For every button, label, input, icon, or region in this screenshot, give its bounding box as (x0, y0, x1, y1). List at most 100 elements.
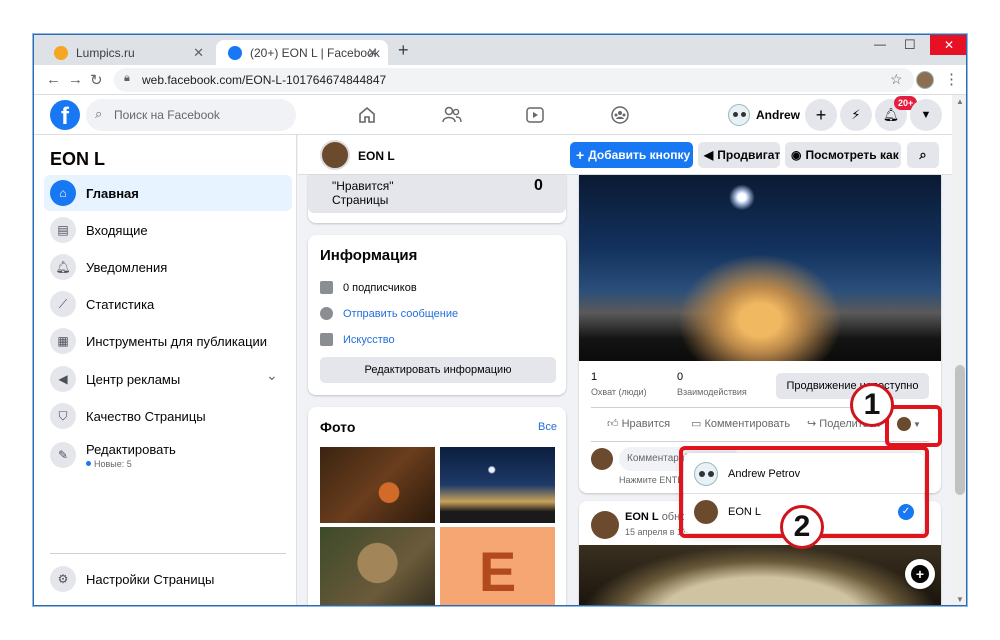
bell-icon: 🔔︎ (882, 107, 900, 122)
likes-label-box: "Нравится" Страницы 0 (308, 175, 566, 213)
create-button[interactable]: + (805, 99, 837, 131)
message-row[interactable]: Отправить сообщение (320, 307, 458, 320)
like-button[interactable]: 👍︎ Нравится (607, 417, 670, 430)
close-tab-icon[interactable]: ✕ (193, 45, 204, 61)
photo-thumb-letter-e[interactable]: E (440, 527, 555, 605)
new-message-button[interactable]: + (905, 559, 935, 589)
scroll-up-icon[interactable]: ▲ (956, 97, 964, 106)
close-tab-icon[interactable]: ✕ (367, 45, 378, 61)
tab-facebook[interactable]: (20+) EON L | Facebook ✕ (216, 40, 388, 65)
lumpics-favicon-icon (54, 45, 68, 60)
chart-icon: ⟋ (50, 291, 76, 317)
sidebar-item-statistics[interactable]: ⟋ Статистика (44, 286, 292, 322)
tab-title: (20+) EON L | Facebook (250, 45, 380, 60)
reach-label: Охват (люди) (591, 387, 647, 397)
thumbs-up-icon: 👍︎ (607, 418, 622, 430)
messenger-icon (320, 307, 333, 320)
category-link[interactable]: Искусство (343, 334, 395, 346)
tab-lumpics[interactable]: Lumpics.ru ✕ (42, 40, 214, 65)
bookmark-star-icon[interactable]: ☆ (890, 71, 903, 88)
messenger-button[interactable]: ⚡︎ (840, 99, 872, 131)
user-profile-chip[interactable]: Andrew (728, 101, 800, 129)
scroll-down-icon[interactable]: ▼ (956, 595, 964, 604)
add-button-button[interactable]: + Добавить кнопку (570, 142, 693, 168)
comment-icon: ▭ (691, 418, 705, 430)
back-icon[interactable]: ← (46, 71, 61, 88)
checkmark-box-icon (320, 281, 333, 294)
view-as-label: Посмотреть как п... (805, 148, 901, 162)
edit-info-label: Редактировать информацию (364, 364, 512, 376)
account-menu-button[interactable]: ▼ (910, 99, 942, 131)
plus-icon: + (815, 104, 827, 125)
sidebar-item-inbox[interactable]: ▤ Входящие (44, 212, 292, 248)
sidebar-item-label: Главная (86, 185, 139, 201)
inbox-icon: ▤ (50, 217, 76, 243)
new-dot (86, 460, 91, 466)
sidebar-item-notifications[interactable]: 🔔︎ Уведомления (44, 249, 292, 285)
user-name: Andrew (756, 108, 801, 122)
facebook-header: f ⌕ Поиск на Facebook Andrew + ⚡︎ 🔔︎ 20+… (34, 95, 952, 135)
watch-nav-icon[interactable] (525, 105, 545, 125)
groups-nav-icon[interactable] (610, 105, 630, 125)
plus-icon: + (576, 147, 585, 163)
profile-avatar[interactable] (916, 71, 934, 89)
engagement-stat: 0 Взаимодействия (677, 371, 747, 397)
photo-thumb-fox[interactable] (320, 447, 435, 523)
all-photos-link[interactable]: Все (538, 421, 557, 433)
sidebar-item-ad-center[interactable]: ◀ Центр рекламы ⌄ (44, 361, 292, 397)
facebook-logo[interactable]: f (50, 100, 80, 130)
sidebar-item-label: Инструменты для публикации (86, 333, 268, 349)
maximize-button[interactable]: ☐ (904, 37, 916, 53)
annotation-step-2: 2 (780, 505, 824, 549)
photo-title: Фото (320, 419, 356, 435)
page-sidebar: EON L ⌂ Главная ▤ Входящие 🔔︎ Уведомлени… (34, 135, 297, 605)
sidebar-item-label: Центр рекламы (86, 371, 181, 387)
page-search-button[interactable]: ⌕ (907, 142, 939, 168)
facebook-favicon-icon (228, 45, 242, 60)
info-card: Информация 0 подписчиков Отправить сообщ… (308, 235, 566, 395)
page-bar-name: EON L (358, 149, 395, 163)
sidebar-item-page-settings[interactable]: ⚙ Настройки Страницы (44, 561, 292, 597)
post2-cover-image[interactable] (579, 545, 941, 605)
search-input[interactable]: ⌕ Поиск на Facebook (86, 99, 296, 131)
photo-thumb-owl[interactable] (320, 527, 435, 605)
promote-button[interactable]: ◀ Продвигать (698, 142, 780, 168)
send-message-link[interactable]: Отправить сообщение (343, 308, 458, 320)
page-scrollbar[interactable]: ▲ ▼ (952, 95, 966, 605)
search-icon: ⌕ (919, 147, 927, 162)
url-field[interactable]: 🔒︎ web.facebook.com/EON-L-10176467484484… (114, 68, 914, 92)
sidebar-edit-text: Редактировать Новые: 5 (86, 442, 176, 469)
forward-icon[interactable]: → (68, 71, 83, 88)
comment-button[interactable]: ▭ Комментировать (691, 417, 790, 430)
minimize-button[interactable]: — (874, 37, 886, 51)
likes-label-line1: "Нравится" (332, 179, 394, 193)
photo-thumb-night-sky[interactable] (440, 447, 555, 523)
page-avatar[interactable] (320, 140, 350, 170)
post-image-night-landscape[interactable] (579, 175, 941, 361)
folder-icon (320, 333, 333, 346)
megaphone-icon: ◀ (50, 366, 76, 392)
view-as-button[interactable]: ◉ Посмотреть как п... (785, 142, 901, 168)
sidebar-item-edit[interactable]: ✎ Редактировать Новые: 5 (44, 435, 292, 475)
tile-letter: E (478, 540, 517, 603)
category-row[interactable]: Искусство (320, 333, 395, 346)
sidebar-item-page-quality[interactable]: ⛉ Качество Страницы (44, 398, 292, 434)
reload-icon[interactable]: ↻ (90, 71, 103, 89)
post2-author[interactable]: EON L (625, 511, 659, 523)
sidebar-item-home[interactable]: ⌂ Главная (44, 175, 292, 211)
friends-nav-icon[interactable] (441, 105, 463, 125)
scrollbar-thumb[interactable] (955, 365, 965, 495)
edit-info-button[interactable]: Редактировать информацию (320, 357, 556, 383)
post2-avatar[interactable] (591, 511, 619, 539)
home-nav-icon[interactable] (357, 105, 377, 125)
sidebar-item-publishing-tools[interactable]: ▦ Инструменты для публикации (44, 323, 292, 359)
post2-date[interactable]: 15 апреля в 13:12 (625, 527, 685, 537)
new-tab-button[interactable]: + (398, 40, 409, 61)
menu-dots-icon[interactable]: ⋮ (944, 70, 959, 88)
share-icon: ↪ (807, 418, 820, 430)
tab-title: Lumpics.ru (76, 45, 135, 60)
close-window-button[interactable]: ✕ (930, 35, 966, 55)
engagement-label: Взаимодействия (677, 387, 747, 397)
chevron-down-icon[interactable]: ⌄ (266, 367, 278, 384)
step-2-number: 2 (793, 510, 811, 543)
